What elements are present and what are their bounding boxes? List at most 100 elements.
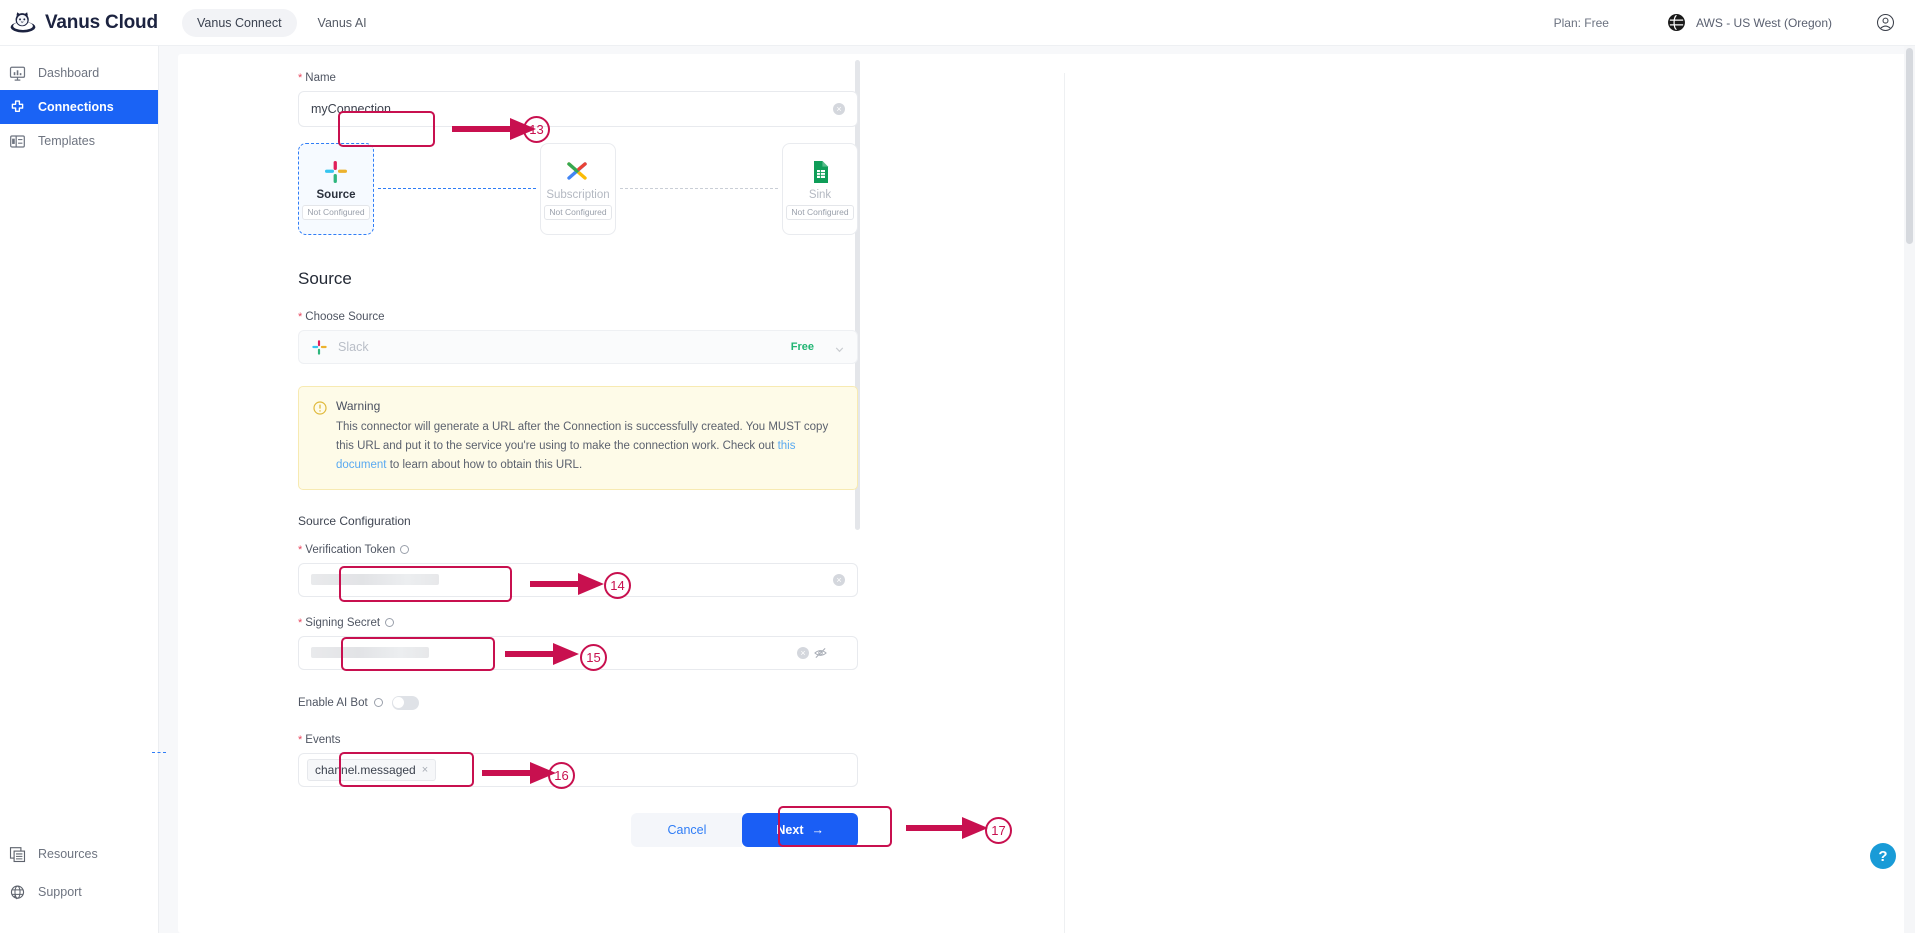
plan-label: Plan: Free xyxy=(1553,15,1609,30)
step-title: Source xyxy=(316,188,356,201)
region-label: AWS - US West (Oregon) xyxy=(1695,15,1832,30)
annotation-box-16 xyxy=(339,752,474,787)
step-title: Subscription xyxy=(546,188,610,201)
verification-token-label: * Verification Token xyxy=(298,544,858,556)
panel-divider xyxy=(1064,73,1065,933)
source-tier-badge: Free xyxy=(790,341,814,353)
annotation-box-13 xyxy=(338,111,435,147)
sidebar-item-dashboard[interactable]: Dashboard xyxy=(0,56,158,90)
cat-cloud-logo xyxy=(9,9,37,37)
enable-ai-bot-row: Enable AI Bot xyxy=(298,695,858,710)
step-connector-2 xyxy=(620,187,778,189)
google-sheets-icon xyxy=(807,159,833,185)
scrollbar-thumb[interactable] xyxy=(1906,48,1913,244)
sidebar-top-nav: Dashboard Connections Templates xyxy=(0,46,158,158)
dashboard-icon xyxy=(9,65,26,82)
help-question-icon: ? xyxy=(1878,847,1888,865)
annotation-number-14: 14 xyxy=(604,572,631,599)
slack-icon xyxy=(323,159,349,185)
source-configuration-label: Source Configuration xyxy=(298,513,411,528)
sidebar-item-label: Resources xyxy=(38,847,98,861)
annotation-number-17: 17 xyxy=(985,817,1012,844)
globe-icon xyxy=(1667,13,1686,32)
required-star: * xyxy=(298,311,303,323)
support-globe-icon xyxy=(9,884,26,901)
region-selector[interactable]: AWS - US West (Oregon) xyxy=(1667,13,1832,32)
required-star: * xyxy=(298,72,303,84)
slack-icon xyxy=(311,339,328,356)
step-badge: Not Configured xyxy=(302,204,370,220)
clear-icon[interactable]: × xyxy=(833,103,845,115)
sidebar-bottom-nav: Resources Support xyxy=(0,835,158,933)
sidebar-drag-marker xyxy=(152,752,166,753)
name-label: * Name xyxy=(298,72,336,84)
cancel-button[interactable]: Cancel xyxy=(631,812,743,847)
step-badge: Not Configured xyxy=(786,204,854,220)
events-label: * Events xyxy=(298,733,341,746)
main-stage: * Name myConnection × Source Not Configu… xyxy=(159,46,1915,933)
warning-text-1: This connector will generate a URL after… xyxy=(336,421,829,452)
annotation-box-14 xyxy=(339,566,512,602)
annotation-box-17 xyxy=(778,806,892,847)
brand: Vanus Cloud xyxy=(0,9,160,37)
connection-panel: * Name myConnection × Source Not Configu… xyxy=(178,54,1907,933)
annotation-box-15 xyxy=(341,637,495,671)
subscription-icon xyxy=(565,159,591,185)
clear-icon[interactable]: × xyxy=(797,646,809,659)
sidebar-item-resources[interactable]: Resources xyxy=(0,835,158,873)
page-scrollbar[interactable] xyxy=(1904,46,1915,933)
help-button[interactable]: ? xyxy=(1870,843,1896,869)
step-card-subscription[interactable]: Subscription Not Configured xyxy=(540,143,616,235)
info-icon[interactable] xyxy=(373,698,383,708)
form-actions: Cancel Next → xyxy=(298,812,858,847)
toggle-knob xyxy=(393,697,405,709)
sidebar-item-support[interactable]: Support xyxy=(0,873,158,911)
sidebar-item-connections[interactable]: Connections xyxy=(0,90,158,124)
enable-ai-bot-label: Enable AI Bot xyxy=(298,696,368,709)
step-card-sink[interactable]: Sink Not Configured xyxy=(782,143,858,235)
step-badge: Not Configured xyxy=(544,204,612,220)
step-cards: Source Not Configured Subscription Not C… xyxy=(298,143,858,235)
templates-icon xyxy=(9,133,26,150)
sidebar-item-templates[interactable]: Templates xyxy=(0,124,158,158)
sidebar-item-label: Dashboard xyxy=(38,66,100,80)
tab-vanus-ai[interactable]: Vanus AI xyxy=(303,9,382,37)
step-title: Sink xyxy=(808,188,832,201)
info-icon[interactable] xyxy=(400,544,410,554)
warning-title: Warning xyxy=(336,399,381,413)
sidebar-item-label: Templates xyxy=(38,134,95,148)
step-connector-1 xyxy=(378,187,536,189)
connection-form: * Name myConnection × Source Not Configu… xyxy=(298,72,858,847)
toggle-visibility-icon[interactable] xyxy=(814,646,827,659)
annotation-number-16: 16 xyxy=(548,762,575,789)
header-right: Plan: Free AWS - US West (Oregon) xyxy=(1554,13,1915,32)
warning-text-2: to learn about how to obtain this URL. xyxy=(386,458,583,471)
step-card-source[interactable]: Source Not Configured xyxy=(298,143,374,235)
section-title-source: Source xyxy=(298,269,352,288)
warning-circle-icon xyxy=(313,401,327,415)
resources-icon xyxy=(9,846,26,863)
required-star: * xyxy=(298,616,303,629)
sidebar: Dashboard Connections Templates Resource… xyxy=(0,46,159,933)
annotation-number-13: 13 xyxy=(523,116,550,143)
choose-source-select[interactable]: Slack Free xyxy=(298,330,858,364)
tab-vanus-connect[interactable]: Vanus Connect xyxy=(182,8,297,37)
required-star: * xyxy=(298,543,303,556)
sidebar-item-label: Connections xyxy=(38,100,114,114)
signing-secret-label: * Signing Secret xyxy=(298,617,858,629)
enable-ai-bot-toggle[interactable] xyxy=(391,695,419,710)
choose-source-label: * Choose Source xyxy=(298,311,385,323)
chevron-down-icon xyxy=(834,342,845,353)
sidebar-item-label: Support xyxy=(38,885,82,899)
connections-icon xyxy=(9,99,26,116)
app-header: Vanus Cloud Vanus Connect Vanus AI Plan:… xyxy=(0,0,1915,46)
warning-callout: Warning This connector will generate a U… xyxy=(298,386,858,490)
user-account-icon[interactable] xyxy=(1876,13,1895,32)
top-tabs: Vanus Connect Vanus AI xyxy=(182,8,382,37)
required-star: * xyxy=(298,733,303,746)
annotation-number-15: 15 xyxy=(580,644,607,671)
warning-body: This connector will generate a URL after… xyxy=(336,418,836,475)
choose-source-value: Slack xyxy=(338,340,369,354)
info-icon[interactable] xyxy=(385,617,395,627)
clear-icon[interactable]: × xyxy=(833,573,845,586)
